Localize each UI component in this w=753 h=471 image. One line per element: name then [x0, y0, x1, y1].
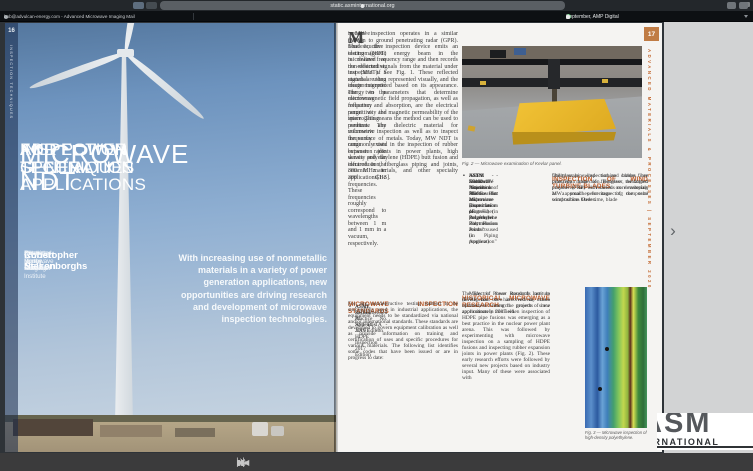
turbine-blade — [123, 50, 206, 121]
background-building — [13, 419, 93, 436]
article-column-3: fiberglass pipe inspection and carbon fi… — [552, 173, 648, 285]
article-column-1-lower: MICROWAVE INSPECTION STANDARDS For any n… — [348, 301, 458, 447]
browser-nav-button-a[interactable] — [133, 2, 144, 9]
yellow-marker — [602, 79, 608, 83]
tab-label: bob@advulcan-energy.com - Advanced Micro… — [4, 14, 135, 19]
turbine-nacelle — [117, 49, 134, 57]
logo-text-asm: ASM — [657, 413, 711, 440]
browser-tab-strip: bob@advulcan-energy.com - Advanced Micro… — [0, 11, 753, 22]
equipment-shelf — [462, 46, 642, 59]
chevron-down-icon[interactable] — [744, 15, 748, 18]
page-number-right: 17 — [644, 27, 659, 41]
section-edge-label: INSPECTION TECHNIQUES — [9, 45, 13, 119]
pull-quote: With increasing use of nonmetallic mater… — [175, 252, 327, 325]
magazine-right-page: Microwave (MW) nondestructive testing (N… — [336, 23, 662, 452]
browser-nav-button-b[interactable] — [146, 2, 157, 9]
scan-defect-spot — [605, 347, 609, 351]
asm-international-logo: ASM INTERNATIONAL — [657, 413, 753, 450]
storage-tank — [252, 422, 268, 436]
app-root: static.asminternational.org bob@advulcan… — [0, 0, 753, 471]
figure-3-scan-image — [585, 287, 647, 428]
blue-fixture — [514, 48, 526, 55]
yellow-marker — [480, 81, 486, 85]
address-bar[interactable]: static.asminternational.org — [160, 1, 565, 10]
body-paragraph: MW inspection operates in a similar fash… — [348, 31, 458, 182]
page-gutter-shadow — [334, 23, 338, 452]
journal-edge-label: ADVANCED MATERIALS & PROCESSES | SEPTEMB… — [647, 49, 652, 290]
browser-top-bar: static.asminternational.org — [0, 0, 753, 11]
article-column-1: Microwave (MW) nondestructive testing (N… — [348, 31, 458, 299]
article-column-2: ASTM E2101-18 "Standard Practice for Mic… — [462, 173, 550, 291]
window-button-b[interactable] — [739, 2, 748, 9]
logo-rule — [657, 446, 753, 448]
last-page-icon[interactable]: ▶▏ — [237, 458, 249, 467]
scan-defect-spot — [598, 387, 602, 391]
wind-turbine-tower — [111, 53, 137, 445]
page-number-left: 16 — [5, 28, 18, 34]
title-line: AND SPECIALTY APPLICATIONS — [20, 141, 146, 194]
author-location: Baton Rouge, Louisiana — [24, 250, 51, 273]
magazine-left-page: 16 INSPECTION TECHNIQUES MICROWAVE NDT I… — [5, 23, 336, 452]
tab-label: September, AMP Digital — [566, 14, 619, 20]
figure-3-caption: Fig. 3 — Microwave inspection of high-de… — [585, 431, 647, 441]
tab-mail[interactable]: bob@advulcan-energy.com - Advanced Micro… — [4, 11, 190, 22]
scanner-head — [548, 59, 560, 89]
figure-2-caption: Fig. 2 — Microwave examination of Kevlar… — [462, 161, 642, 166]
url-text: static.asminternational.org — [330, 3, 394, 9]
list-item: ASME Section V Article on Microwave Insp… — [469, 173, 494, 215]
next-page-arrow[interactable]: › — [664, 220, 682, 242]
article-column-2-lower: Many of these standards are in developme… — [462, 291, 550, 452]
viewer-toolbar: ▤ ▦ ✉ < ↓ ↑ ◀) ✚ ○ ▏◀ ◀ ▶ ▶▏ — [0, 453, 753, 471]
background-building — [100, 425, 162, 437]
tab-separator — [193, 13, 194, 20]
window-button-a[interactable] — [727, 2, 736, 9]
figure-2-photo — [462, 46, 642, 158]
background-building — [175, 428, 215, 437]
tab-amp-digital[interactable]: September, AMP Digital — [566, 11, 738, 22]
list-item: ASME Section XI Appendix XXVI - HDPE Ins… — [355, 304, 377, 358]
storage-tank — [271, 426, 284, 436]
body-paragraph: The Electric Power Research Institute (E… — [462, 291, 550, 381]
clamp — [490, 50, 506, 58]
turbine-blade — [28, 50, 126, 91]
body-paragraph: Utility-scale wind turbine blades are pr… — [552, 173, 648, 203]
